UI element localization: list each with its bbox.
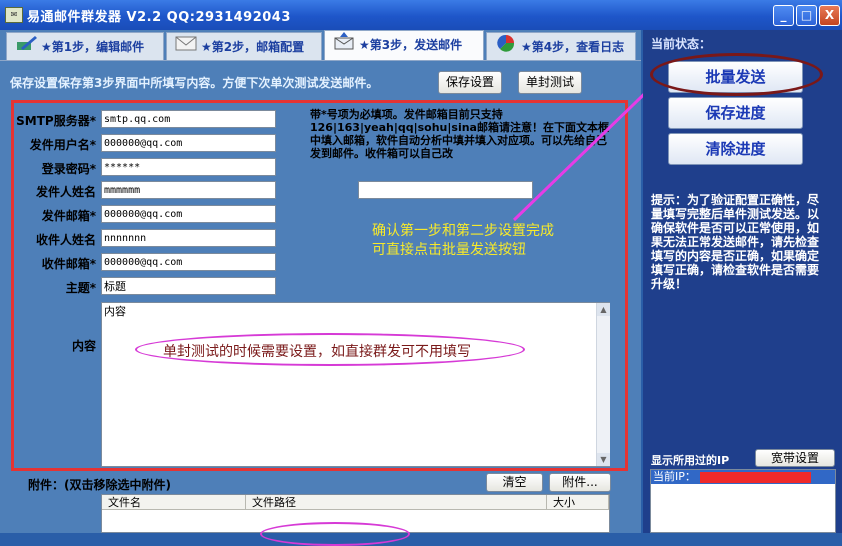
sender-user-input[interactable]: 000000@qq.com xyxy=(101,134,276,152)
clear-attachments-button[interactable]: 清空 xyxy=(486,473,543,492)
scroll-up-icon[interactable]: ▲ xyxy=(597,303,610,316)
annotation-line: 确认第一步和第二步设置完成 xyxy=(372,223,554,239)
attachments-label: 附件：(双击移除选中附件) xyxy=(28,478,171,492)
annotation-line: 可直接点击批量发送按钮 xyxy=(372,242,526,258)
maximize-button[interactable]: □ xyxy=(796,5,817,26)
tab-step2[interactable]: ★第2步，邮箱配置 xyxy=(166,32,322,60)
subject-input[interactable]: 标题 xyxy=(101,277,276,295)
save-progress-button[interactable]: 保存进度 xyxy=(668,97,803,129)
send-mail-icon xyxy=(333,31,355,60)
tab-step3[interactable]: ★第3步，发送邮件 xyxy=(324,30,484,61)
column-header[interactable]: 文件路径 xyxy=(246,495,547,510)
content-scrollbar[interactable]: ▲ ▼ xyxy=(596,303,610,466)
subject-label: 主题* xyxy=(65,281,96,295)
window-title: 易通邮件群发器 V2.2 QQ:2931492043 xyxy=(27,10,291,25)
password-label: 登录密码* xyxy=(41,162,96,176)
tab-label: ★第3步，发送邮件 xyxy=(359,38,463,52)
tab-label: ★第2步，邮箱配置 xyxy=(201,40,305,54)
save-settings-button[interactable]: 保存设置 xyxy=(438,71,502,94)
clear-progress-button[interactable]: 清除进度 xyxy=(668,133,803,165)
recipient-email-input[interactable]: 000000@qq.com xyxy=(101,253,276,271)
column-header[interactable]: 文件名 xyxy=(102,495,246,510)
envelope-icon xyxy=(175,34,197,62)
minimize-button[interactable]: _ xyxy=(773,5,794,26)
sender-email-label: 发件邮箱* xyxy=(41,209,96,223)
column-header[interactable]: 大小 xyxy=(547,495,609,510)
close-button[interactable]: X xyxy=(819,5,840,26)
test-annotation: 单封测试的时候需要设置，如直接群发可不用填写 xyxy=(163,344,471,360)
recipient-name-label: 收件人姓名 xyxy=(35,233,96,247)
tab-step4[interactable]: ★第4步，查看日志 xyxy=(486,32,636,60)
tab-label: ★第4步，查看日志 xyxy=(521,40,625,54)
broadband-settings-button[interactable]: 宽带设置 xyxy=(755,449,835,467)
tip-text: 保存设置保存第3步界面中所填写内容。方便下次单次测试发送邮件。 xyxy=(10,76,379,90)
sender-name-input[interactable]: mmmmmm xyxy=(101,181,276,199)
sender-name-label: 发件人姓名 xyxy=(35,185,96,199)
status-label: 当前状态： xyxy=(651,37,712,51)
ip-history-label: 显示所用过的IP xyxy=(651,454,730,467)
content-label: 内容 xyxy=(71,339,96,353)
scroll-down-icon[interactable]: ▼ xyxy=(597,453,610,466)
recipient-email-label: 收件邮箱* xyxy=(41,257,96,271)
user-label: 发件用户名* xyxy=(29,138,96,152)
add-attachment-button[interactable]: 附件... xyxy=(549,473,611,492)
steps-annotation: 确认第一步和第二步设置完成 可直接点击批量发送按钮 xyxy=(372,222,554,260)
redacted-ip xyxy=(700,472,811,483)
password-input[interactable]: ****** xyxy=(101,158,276,176)
mail-icon: ✉ xyxy=(5,7,23,23)
tab-step1[interactable]: ★第1步，编辑邮件 xyxy=(6,32,164,60)
sender-email-input[interactable]: 000000@qq.com xyxy=(101,205,276,223)
pen-icon xyxy=(15,34,37,62)
smtp-server-input[interactable]: smtp.qq.com xyxy=(101,110,276,128)
chart-icon xyxy=(495,34,517,62)
content-text: 内容 xyxy=(104,305,126,318)
smtp-label: SMTP服务器* xyxy=(16,114,96,128)
recipient-name-input[interactable]: nnnnnnn xyxy=(101,229,276,247)
tab-label: ★第1步，编辑邮件 xyxy=(41,40,145,54)
annotation-oval xyxy=(650,53,823,96)
content-textarea[interactable] xyxy=(101,302,610,467)
hint-text: 提示：为了验证配置正确性，尽量填写完整后单件测试发送。以确保软件是否可以正常使用… xyxy=(651,193,820,291)
annotation-oval xyxy=(260,522,410,546)
